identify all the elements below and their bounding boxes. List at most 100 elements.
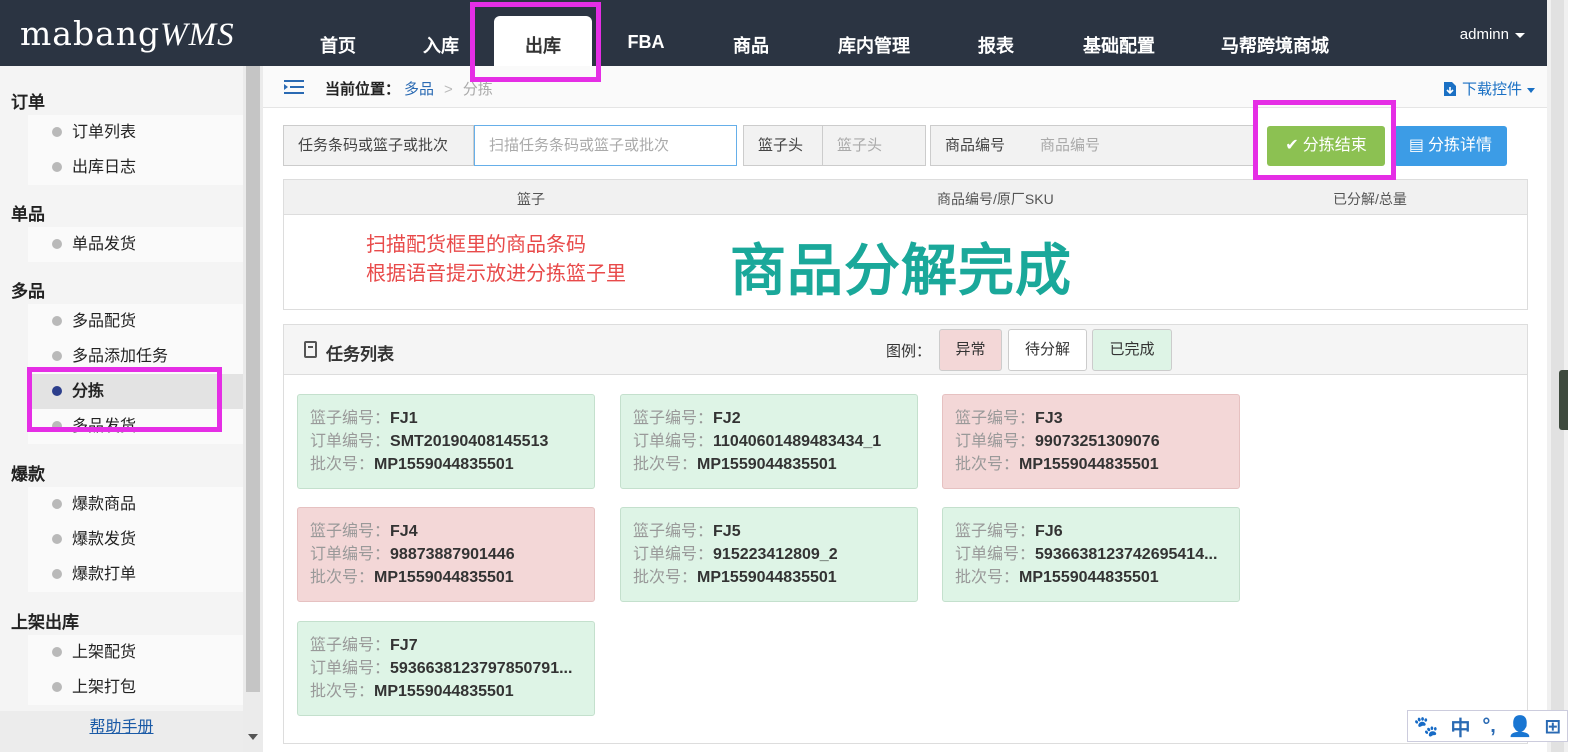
clipboard-icon: ▤ [1408,137,1425,154]
nav-products[interactable]: 商品 [700,0,802,66]
sidebar-item-shelf-pack[interactable]: 上架打包 [28,670,243,705]
sidebar-item-hot-products[interactable]: 爆款商品 [28,487,243,522]
help-manual: 帮助手册 [0,711,243,752]
sidebar-item-multi-ship[interactable]: 多品发货 [28,409,243,444]
nav-home[interactable]: 首页 [288,0,388,66]
chevron-down-icon [1527,87,1535,93]
sidebar-item-multi-picking[interactable]: 多品配货 [28,304,243,339]
scan-hint: 扫描配货框里的商品条码 根据语音提示放进分拣篮子里 [366,231,626,289]
nav-outbound[interactable]: 出库 [494,16,592,66]
sidebar-group-multi: 多品配货 多品添加任务 分拣 多品发货 [28,304,243,444]
card-order-row: 订单编号：5936638123742695414... [955,543,1239,566]
bullet-icon [52,682,62,692]
task-card[interactable]: 篮子编号：FJ2 订单编号：11040601489483434_1 批次号：MP15… [620,394,918,489]
top-navbar: mabangWMS 首页 入库 出库 FBA 商品 库内管理 报表 基础配置 马… [0,0,1547,66]
sidebar-item-sorting[interactable]: 分拣 [28,374,243,409]
header-product-sku: 商品编号/原厂SKU [937,191,1054,207]
sidebar-item-hot-ship[interactable]: 爆款发货 [28,522,243,557]
breadcrumb: 当前位置： 多品 > 分拣 [325,78,493,99]
grid-icon[interactable]: ⊞ [1544,714,1561,739]
product-code-input[interactable]: 商品编号 [1026,125,1256,166]
card-batch-value: MP1559044835501 [1019,456,1159,473]
card-batch-value: MP1559044835501 [1019,569,1159,586]
basket-head-input[interactable]: 篮子头 [822,125,926,166]
card-batch-row: 批次号：MP1559044835501 [310,453,594,476]
card-order-label: 订单编号： [633,546,714,563]
breadcrumb-current: 分拣 [462,81,493,98]
breadcrumb-bar: 当前位置： 多品 > 分拣 下载控件 [263,66,1547,108]
download-file-icon [1443,82,1456,96]
side-tool-tab[interactable] [1559,370,1568,430]
card-batch-row: 批次号：MP1559044835501 [955,566,1239,589]
header-progress: 已分解/总量 [1333,191,1407,207]
task-card[interactable]: 篮子编号：FJ1 订单编号：SMT20190408145513 批次号：MP1559… [297,394,595,489]
bullet-icon [52,162,62,172]
card-order-value: 99073251309076 [1035,433,1160,450]
task-list-panel: 任务列表 图例： 异常 待分解 已完成 篮子编号：FJ1 订单编号：SMT2019… [283,324,1528,744]
scroll-down-icon[interactable] [248,734,258,740]
card-order-label: 订单编号： [310,660,391,677]
download-plugin-button[interactable]: 下载控件 [1443,78,1535,99]
card-batch-label: 批次号： [955,456,1020,473]
menu-toggle-icon[interactable] [284,80,304,94]
card-order-value: 11040601489483434_1 [713,433,882,450]
basket-head-label: 篮子头 [743,125,823,166]
card-order-label: 订单编号： [955,546,1036,563]
sidebar-item-multi-add-task[interactable]: 多品添加任务 [28,339,243,374]
nav-fba[interactable]: FBA [592,0,700,66]
breadcrumb-separator: > [444,81,453,98]
task-card[interactable]: 篮子编号：FJ4 订单编号：98873887901446 批次号：MP1559044… [297,507,595,602]
scan-hint-line2: 根据语音提示放进分拣篮子里 [366,263,626,285]
main-nav: 首页 入库 出库 FBA 商品 库内管理 报表 基础配置 马帮跨境商城 [288,0,1358,66]
task-card[interactable]: 篮子编号：FJ7 订单编号：5936638123797850791... 批次号：M… [297,621,595,716]
sorting-details-button[interactable]: ▤ 分拣详情 [1394,126,1507,166]
nav-inbound[interactable]: 入库 [388,0,494,66]
nav-reports[interactable]: 报表 [946,0,1046,66]
sidebar-section-hot: 爆款 [11,465,45,484]
task-card[interactable]: 篮子编号：FJ5 订单编号：915223412809_2 批次号：MP1559044… [620,507,918,602]
app-logo[interactable]: mabangWMS [20,14,235,54]
bullet-icon [52,127,62,137]
scrollbar-thumb[interactable] [246,66,260,692]
product-code-label: 商品编号 [930,125,1027,166]
card-basket-label: 篮子编号： [310,637,391,654]
bullet-icon [52,534,62,544]
check-icon: ✔ [1285,137,1299,154]
header-basket: 篮子 [517,191,545,207]
nav-basic-config[interactable]: 基础配置 [1046,0,1192,66]
scan-hint-line1: 扫描配货框里的商品条码 [366,234,586,256]
task-card[interactable]: 篮子编号：FJ3 订单编号：99073251309076 批次号：MP1559044… [942,394,1240,489]
paw-icon[interactable]: 🐾 [1414,714,1439,739]
user-menu[interactable]: adminn [1460,26,1525,43]
help-manual-link[interactable]: 帮助手册 [89,719,153,736]
bullet-icon [52,499,62,509]
card-batch-value: MP1559044835501 [697,569,837,586]
breadcrumb-multi[interactable]: 多品 [404,81,434,98]
card-basket-row: 篮子编号：FJ4 [310,520,594,543]
card-basket-label: 篮子编号： [955,410,1036,427]
sidebar-item-single-ship[interactable]: 单品发货 [28,227,243,262]
finish-sorting-button[interactable]: ✔ 分拣结束 [1267,126,1385,166]
card-order-label: 订单编号： [955,433,1036,450]
ime-punct-toggle[interactable]: °, [1482,715,1496,738]
card-order-value: 5936638123742695414... [1035,546,1218,563]
sidebar-item-hot-print[interactable]: 爆款打单 [28,557,243,592]
user-icon[interactable]: 👤 [1508,714,1533,739]
sidebar-item-order-list[interactable]: 订单列表 [28,115,243,150]
task-card[interactable]: 篮子编号：FJ6 订单编号：5936638123742695414... 批次号：M… [942,507,1240,602]
bullet-icon [52,569,62,579]
breadcrumb-label: 当前位置： [325,81,401,98]
nav-warehouse-management[interactable]: 库内管理 [802,0,946,66]
task-code-input[interactable]: 扫描任务条码或篮子或批次 [474,125,737,166]
card-basket-label: 篮子编号： [955,523,1036,540]
card-basket-value: FJ3 [1035,410,1063,427]
ime-toolbar: 🐾 中 °, 👤 ⊞ [1407,710,1568,742]
nav-mabang-mall[interactable]: 马帮跨境商城 [1192,0,1358,66]
bullet-icon [52,316,62,326]
card-batch-value: MP1559044835501 [374,456,514,473]
sidebar-item-shelf-picking[interactable]: 上架配货 [28,635,243,670]
ime-lang-toggle[interactable]: 中 [1451,712,1471,741]
sidebar-scrollbar[interactable] [243,66,263,752]
sidebar-item-outbound-log[interactable]: 出库日志 [28,150,243,185]
card-batch-value: MP1559044835501 [374,683,514,700]
